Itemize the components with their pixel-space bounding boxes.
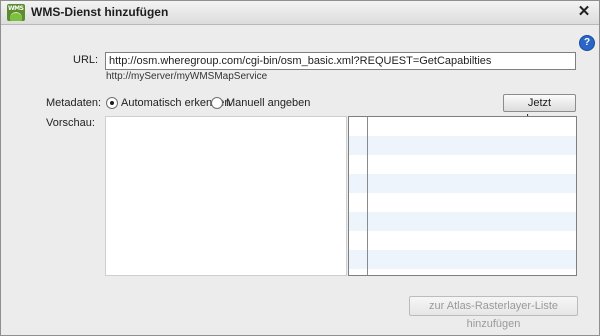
globe-shape xyxy=(10,12,22,21)
url-input[interactable] xyxy=(105,52,576,70)
layer-list[interactable] xyxy=(348,116,577,276)
url-label: URL: xyxy=(73,54,99,66)
metadata-label: Metadaten: xyxy=(46,97,102,109)
list-row[interactable] xyxy=(349,155,576,174)
list-row[interactable] xyxy=(349,193,576,212)
list-row[interactable] xyxy=(349,212,576,231)
preview-label: Vorschau: xyxy=(46,117,95,129)
help-icon[interactable]: ? xyxy=(579,35,595,51)
list-row[interactable] xyxy=(349,231,576,250)
radio-manual-label[interactable]: Manuell angeben xyxy=(226,97,310,109)
wms-app-icon: WMS xyxy=(7,4,25,21)
list-row[interactable] xyxy=(349,250,576,269)
close-icon[interactable]: ✕ xyxy=(576,3,592,21)
list-row[interactable] xyxy=(349,136,576,155)
list-row[interactable] xyxy=(349,117,576,136)
preview-pane xyxy=(105,116,347,276)
app-icon-label: WMS xyxy=(8,5,24,12)
radio-auto-detect[interactable] xyxy=(106,97,118,109)
dialog-title: WMS-Dienst hinzufügen xyxy=(31,5,169,19)
column-divider xyxy=(367,117,368,275)
url-hint: http://myServer/myWMSMapService xyxy=(106,71,268,82)
radio-manual[interactable] xyxy=(211,97,223,109)
title-bar: WMS WMS-Dienst hinzufügen ✕ xyxy=(1,1,599,25)
add-to-list-button[interactable]: zur Atlas-Rasterlayer-Liste hinzufügen xyxy=(409,296,578,330)
list-row[interactable] xyxy=(349,174,576,193)
detect-now-button[interactable]: Jetzt erkennen xyxy=(503,94,576,125)
wms-dialog: WMS WMS-Dienst hinzufügen ✕ ? URL: http:… xyxy=(0,0,600,336)
